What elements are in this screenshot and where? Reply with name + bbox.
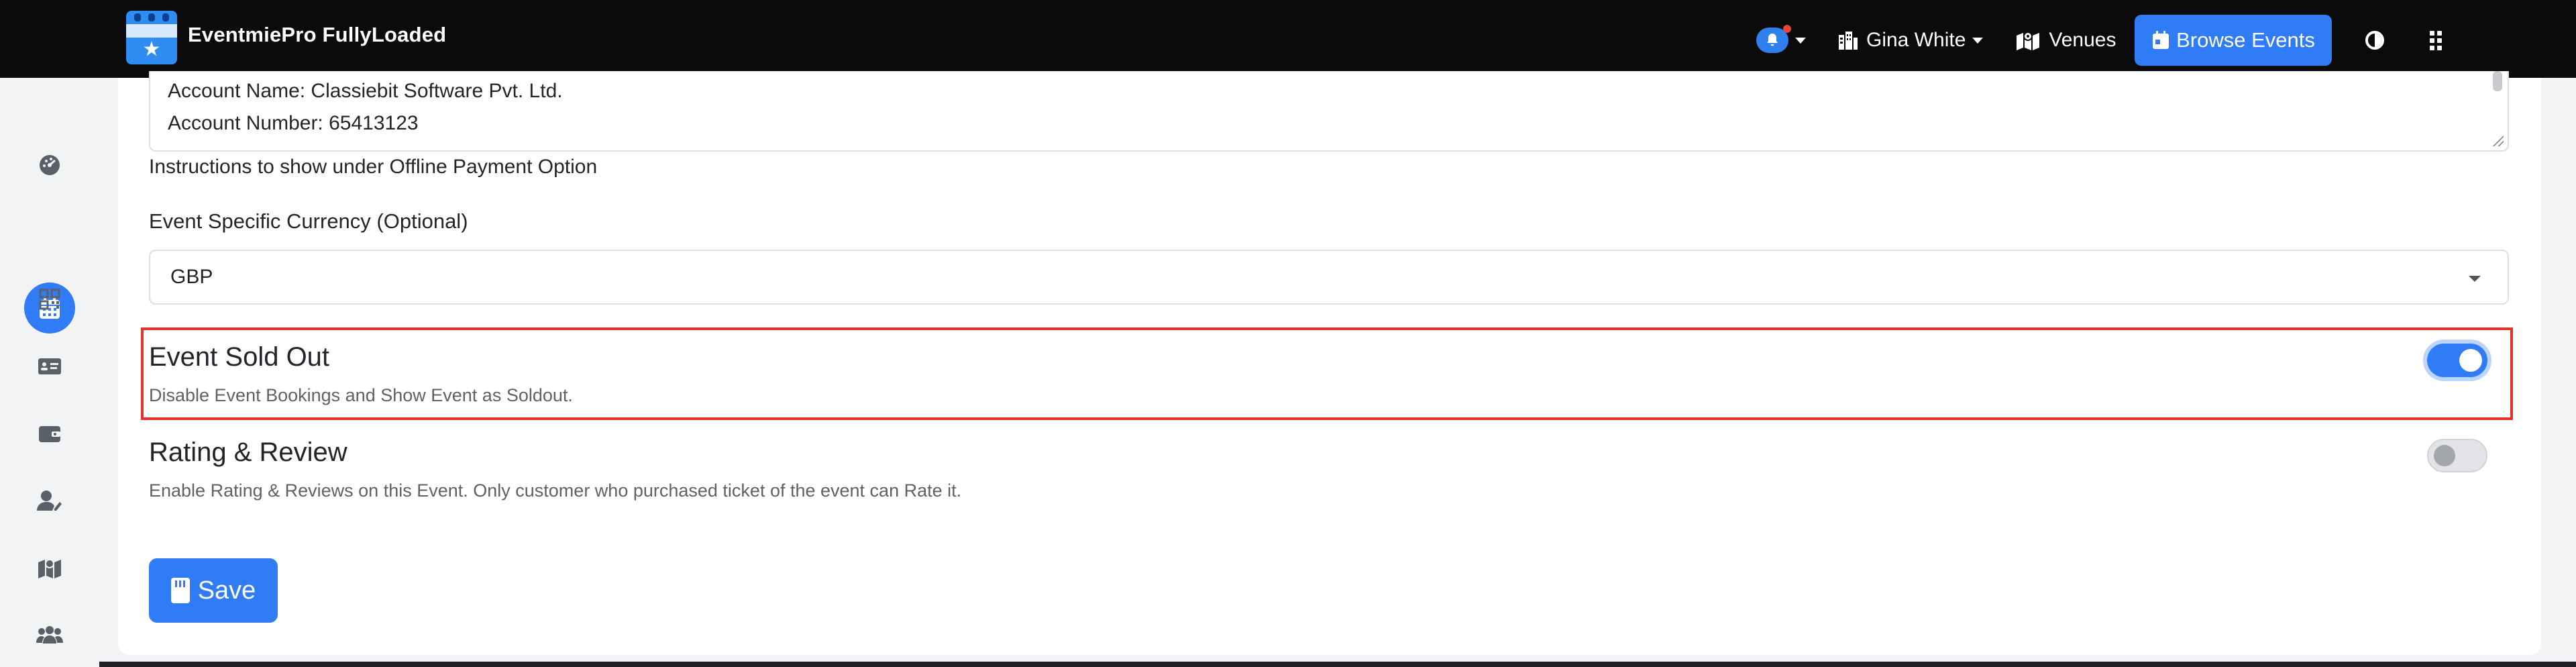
calendar-icon: [2153, 31, 2169, 49]
app-logo: ★: [126, 11, 177, 64]
map-icon[interactable]: [35, 553, 64, 582]
browse-events-label: Browse Events: [2176, 28, 2315, 52]
qrcode-icon[interactable]: [35, 285, 64, 314]
user-menu[interactable]: Gina White: [1838, 29, 1984, 52]
rating-review-description: Enable Rating & Reviews on this Event. O…: [149, 480, 962, 501]
users-icon[interactable]: [35, 620, 64, 650]
sd-card-icon: [170, 578, 190, 603]
toggle-knob: [2459, 349, 2482, 372]
scrollbar-thumb[interactable]: [2493, 71, 2502, 91]
venues-link[interactable]: Venues: [2015, 29, 2116, 52]
sold-out-title: Event Sold Out: [149, 342, 330, 372]
brand[interactable]: ★ EventmiePro FullyLoaded: [126, 11, 446, 64]
contrast-icon[interactable]: [2365, 31, 2385, 50]
textarea-line: Account Name: Classiebit Software Pvt. L…: [168, 80, 563, 102]
map-icon: [2017, 32, 2040, 50]
user-edit-icon[interactable]: [35, 486, 64, 515]
chevron-down-icon: [1972, 37, 1984, 44]
window-bottom-edge: [99, 662, 2576, 667]
currency-label: Event Specific Currency (Optional): [149, 209, 468, 233]
toggle-knob: [2434, 445, 2455, 466]
notifications-dropdown[interactable]: [1756, 25, 1806, 53]
currency-select[interactable]: GBP: [149, 250, 2509, 305]
notification-dot: [1783, 25, 1791, 33]
venues-label: Venues: [2049, 29, 2116, 51]
save-button[interactable]: Save: [149, 558, 278, 623]
sold-out-description: Disable Event Bookings and Show Event as…: [149, 385, 573, 405]
sold-out-toggle[interactable]: [2427, 344, 2487, 377]
highlight-box: [141, 327, 2513, 420]
apps-grid-icon[interactable]: [2430, 30, 2443, 50]
app-name: EventmiePro FullyLoaded: [188, 23, 447, 46]
browse-events-button[interactable]: Browse Events: [2135, 15, 2332, 66]
save-label: Save: [197, 576, 256, 605]
rating-review-toggle[interactable]: [2427, 439, 2487, 472]
currency-value: GBP: [170, 266, 213, 288]
wallet-icon[interactable]: [35, 419, 64, 448]
textarea-line: Account Number: 65413123: [168, 112, 419, 134]
offline-payment-instructions-field[interactable]: Account Name: Classiebit Software Pvt. L…: [149, 71, 2509, 152]
user-name: Gina White: [1866, 29, 1966, 51]
sidebar: [0, 78, 99, 667]
offline-payment-help-text: Instructions to show under Offline Payme…: [149, 156, 598, 178]
top-navbar: ★ EventmiePro FullyLoaded Gina White Ven…: [0, 0, 2576, 78]
nav-actions: Gina White Venues Browse Events: [1752, 15, 2443, 66]
rating-review-title: Rating & Review: [149, 438, 347, 467]
chevron-down-icon: [1795, 37, 1806, 44]
resize-handle-icon[interactable]: [2491, 134, 2504, 146]
chevron-down-icon: [2469, 276, 2481, 282]
dashboard-icon[interactable]: [35, 150, 64, 180]
building-icon: [1839, 32, 1858, 50]
ticket-icon[interactable]: [35, 352, 64, 381]
